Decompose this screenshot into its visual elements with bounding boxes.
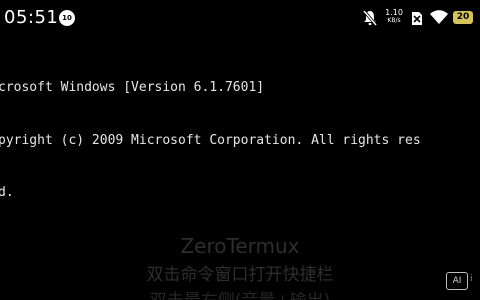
app-watermark-title: ZeroTermux (180, 234, 300, 258)
wifi-icon (430, 10, 448, 24)
mute-icon (362, 10, 378, 26)
shortcut-hint-secondary: 双击最右侧(音量+输出) (0, 286, 480, 300)
net-speed: 1.10 KB/s (383, 9, 405, 25)
battery-icon: 20 (453, 11, 473, 24)
notification-badge-icon: 10 (59, 10, 75, 26)
status-bar: 05:51 10 1.10 KB/s 20 (0, 0, 480, 36)
shortcut-hint: 双击命令窗口打开快捷栏 (146, 265, 334, 285)
status-time: 05:51 (4, 7, 59, 28)
terminal-line: pyright (c) 2009 Microsoft Corporation. … (0, 132, 421, 148)
status-icons: 1.10 KB/s 20 (362, 9, 474, 27)
terminal-output[interactable]: crosoft Windows [Version 6.1.7601] pyrig… (0, 44, 480, 244)
net-speed-unit: KB/s (387, 17, 401, 24)
ai-button[interactable]: AI (446, 272, 468, 290)
terminal-line: crosoft Windows [Version 6.1.7601] (0, 80, 265, 95)
terminal-line: d. (0, 185, 14, 200)
edge-label: i (470, 274, 473, 284)
no-sim-icon (412, 12, 422, 25)
net-speed-value: 1.10 (385, 8, 403, 17)
